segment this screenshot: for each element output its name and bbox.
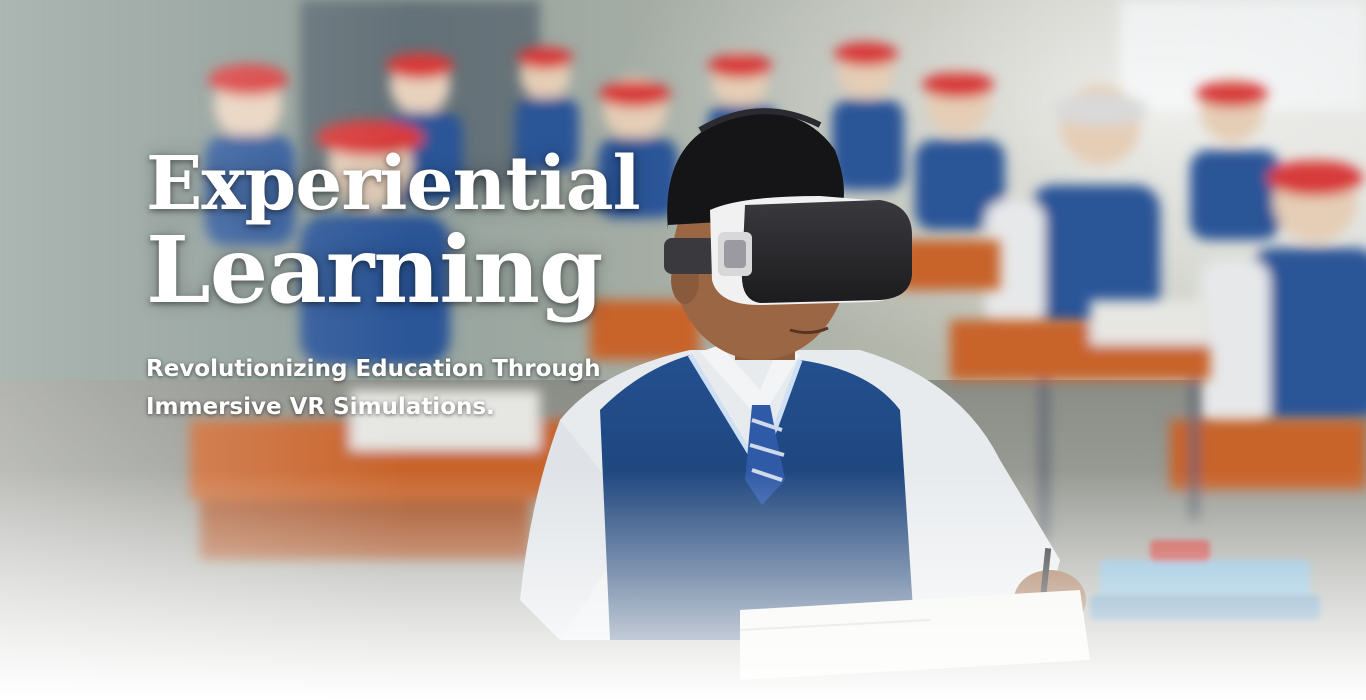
hero-subtitle: Revolutionizing Education Through Immers… [146, 350, 666, 426]
hero-banner: Experiential Learning Revolutionizing Ed… [0, 0, 1366, 700]
subtitle-line-2: Immersive VR Simulations. [146, 394, 495, 420]
title-line-2: Learning [146, 216, 603, 324]
title-line-1: Experiential [146, 141, 641, 227]
hero-text-block: Experiential Learning Revolutionizing Ed… [146, 142, 786, 426]
page-title: Experiential Learning [146, 142, 786, 320]
subtitle-line-1: Revolutionizing Education Through [146, 356, 601, 382]
